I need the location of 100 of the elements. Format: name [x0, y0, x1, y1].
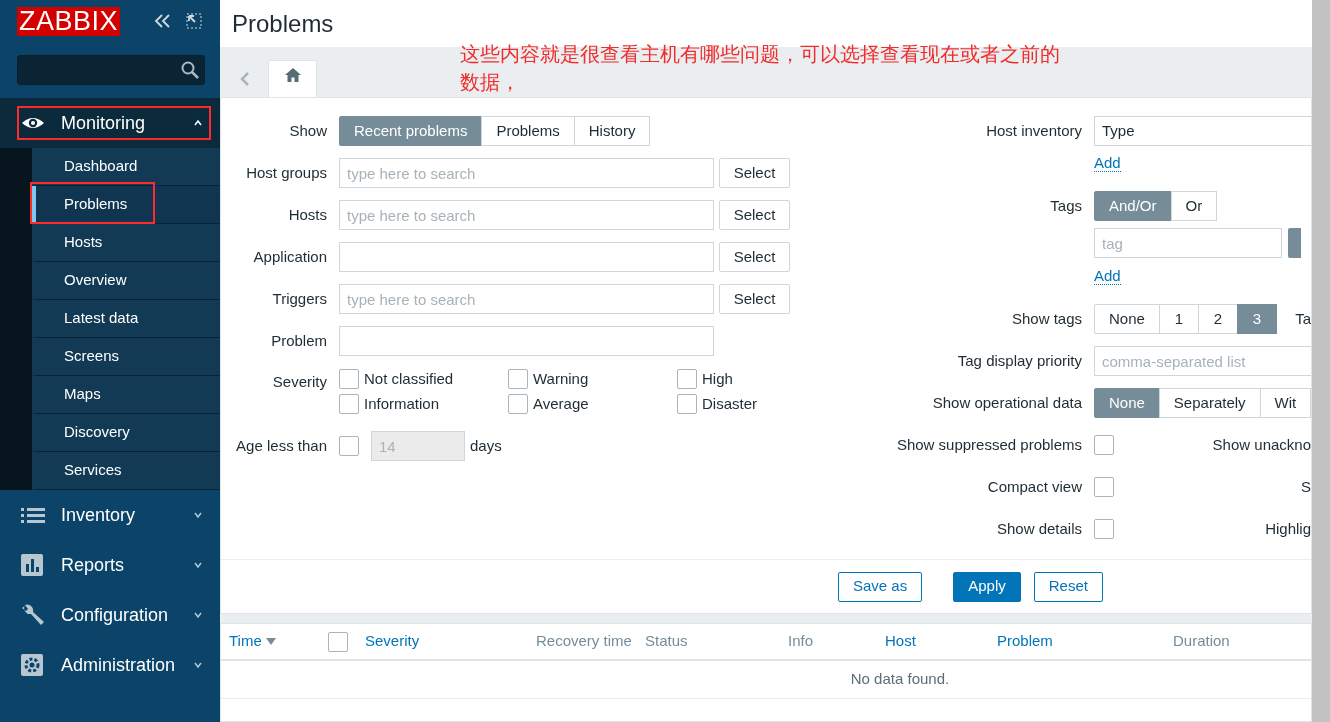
menu-section[interactable]: Reports [5, 548, 212, 582]
empty-message: No data found. [850, 669, 950, 690]
field-label: Show tags [1010, 308, 1082, 329]
segment-option[interactable]: None [1094, 304, 1160, 334]
add-link[interactable]: Add [1094, 154, 1121, 172]
field-label: Triggers [271, 288, 327, 309]
checkbox-label: High [702, 368, 733, 389]
column-header[interactable]: Host [885, 630, 916, 653]
select-button[interactable]: Select [719, 242, 790, 272]
text-field[interactable] [339, 326, 714, 356]
submenu-item[interactable]: Overview [32, 262, 220, 300]
segment-option[interactable]: 1 [1158, 304, 1199, 334]
field-label: Application [252, 246, 327, 267]
submenu-item[interactable]: Hosts [32, 224, 220, 262]
field-label: Show details [995, 518, 1082, 539]
field-label: S [1301, 476, 1311, 497]
submenu-item[interactable]: Latest data [32, 300, 220, 338]
checkbox[interactable] [508, 369, 528, 389]
checkbox[interactable] [339, 394, 359, 414]
field-label: Show operational data [931, 392, 1082, 413]
column-header[interactable]: Time [229, 630, 276, 653]
list-icon [21, 506, 45, 524]
submenu-item[interactable]: Discovery [32, 414, 220, 452]
field-label: Highlig [1265, 518, 1311, 539]
checkbox[interactable] [339, 436, 359, 456]
submenu-item[interactable]: Services [32, 452, 220, 490]
chevron-down-icon [194, 561, 202, 569]
checkbox-label: Average [533, 393, 589, 414]
search-icon [181, 61, 199, 79]
checkbox[interactable] [1094, 435, 1114, 455]
checkbox[interactable] [328, 631, 348, 652]
field-label: Age less than [235, 435, 327, 456]
column-header[interactable]: Problem [997, 630, 1053, 653]
expand-button[interactable] [184, 11, 204, 31]
segment-option[interactable]: History [573, 116, 651, 146]
menu-section[interactable]: Administration [5, 648, 212, 682]
annotation-text: 这些内容就是很查看主机有哪些问题，可以选择查看现在或者之前的数据， [460, 42, 1061, 95]
home-icon [283, 67, 302, 83]
checkbox[interactable] [508, 394, 528, 414]
field-label: Show suppressed problems [895, 434, 1082, 455]
chevron-down-icon [194, 611, 202, 619]
text-field[interactable]: tag [1094, 228, 1282, 258]
field-label: Tag display priority [956, 350, 1082, 371]
text-field[interactable]: type here to search [339, 200, 714, 230]
add-link[interactable]: Add [1094, 267, 1121, 285]
segment-option[interactable]: 2 [1197, 304, 1238, 334]
submenu-item[interactable]: Maps [32, 376, 220, 414]
field-label: Problem [270, 330, 327, 351]
checkbox[interactable] [677, 369, 697, 389]
submenu-item[interactable]: Screens [32, 338, 220, 376]
checkbox-label: Disaster [702, 393, 757, 414]
field-label: Compact view [986, 476, 1082, 497]
search-field[interactable] [17, 55, 205, 85]
checkbox[interactable] [677, 394, 697, 414]
select-field[interactable]: Type [1094, 116, 1311, 146]
field-label: Tags [1049, 195, 1082, 216]
select-button[interactable]: Select [719, 158, 790, 188]
segment-option[interactable]: Problems [481, 116, 575, 146]
menu-section[interactable]: Inventory [5, 498, 212, 532]
gear-icon [21, 654, 43, 676]
chevron-down-icon [194, 511, 202, 519]
text-field[interactable]: comma-separated list [1094, 346, 1311, 376]
home-tab[interactable] [268, 60, 317, 97]
field-label: Hosts [287, 204, 327, 225]
unit-label: days [470, 435, 502, 456]
column-header: Duration [1173, 631, 1230, 652]
expand-icon [186, 13, 202, 29]
column-header[interactable]: Severity [365, 630, 420, 653]
wrench-icon [21, 604, 45, 626]
checkbox[interactable] [339, 369, 359, 389]
segment-option[interactable]: Or [1170, 191, 1218, 221]
text-field[interactable]: type here to search [339, 158, 714, 188]
select-button[interactable]: Select [719, 200, 790, 230]
bar-chart-icon [21, 554, 43, 576]
menu-section[interactable]: Configuration [5, 598, 212, 632]
column-header: Recovery time [536, 631, 632, 652]
text-field[interactable] [339, 242, 714, 272]
sort-down-icon [265, 637, 276, 646]
checkbox-label: Information [364, 393, 440, 414]
segment-option[interactable]: Wit [1259, 388, 1311, 418]
scrollbar[interactable] [1312, 0, 1330, 722]
field-label: Severity [271, 372, 327, 392]
field-label: Host groups [245, 162, 327, 183]
text-field[interactable]: type here to search [339, 284, 714, 314]
field-label: Ta [1295, 308, 1311, 329]
submenu-item[interactable]: Dashboard [32, 148, 220, 186]
filter-button[interactable]: Apply [953, 571, 1021, 602]
chevron-down-icon [194, 661, 202, 669]
logo[interactable]: ZABBIX [17, 6, 121, 36]
filter-button[interactable]: Reset [1033, 571, 1103, 602]
checkbox[interactable] [1094, 477, 1114, 497]
column-header: Status [645, 631, 688, 652]
field-label: Show unackno [1212, 434, 1311, 455]
select-button[interactable]: Select [719, 284, 790, 314]
checkbox[interactable] [1094, 519, 1114, 539]
checkbox-label: Not classified [364, 368, 454, 389]
field-label: Show [288, 120, 327, 141]
filter-button[interactable]: Save as [838, 571, 923, 602]
segment-option[interactable]: Separately [1158, 388, 1261, 418]
field-label: Host inventory [985, 120, 1082, 141]
